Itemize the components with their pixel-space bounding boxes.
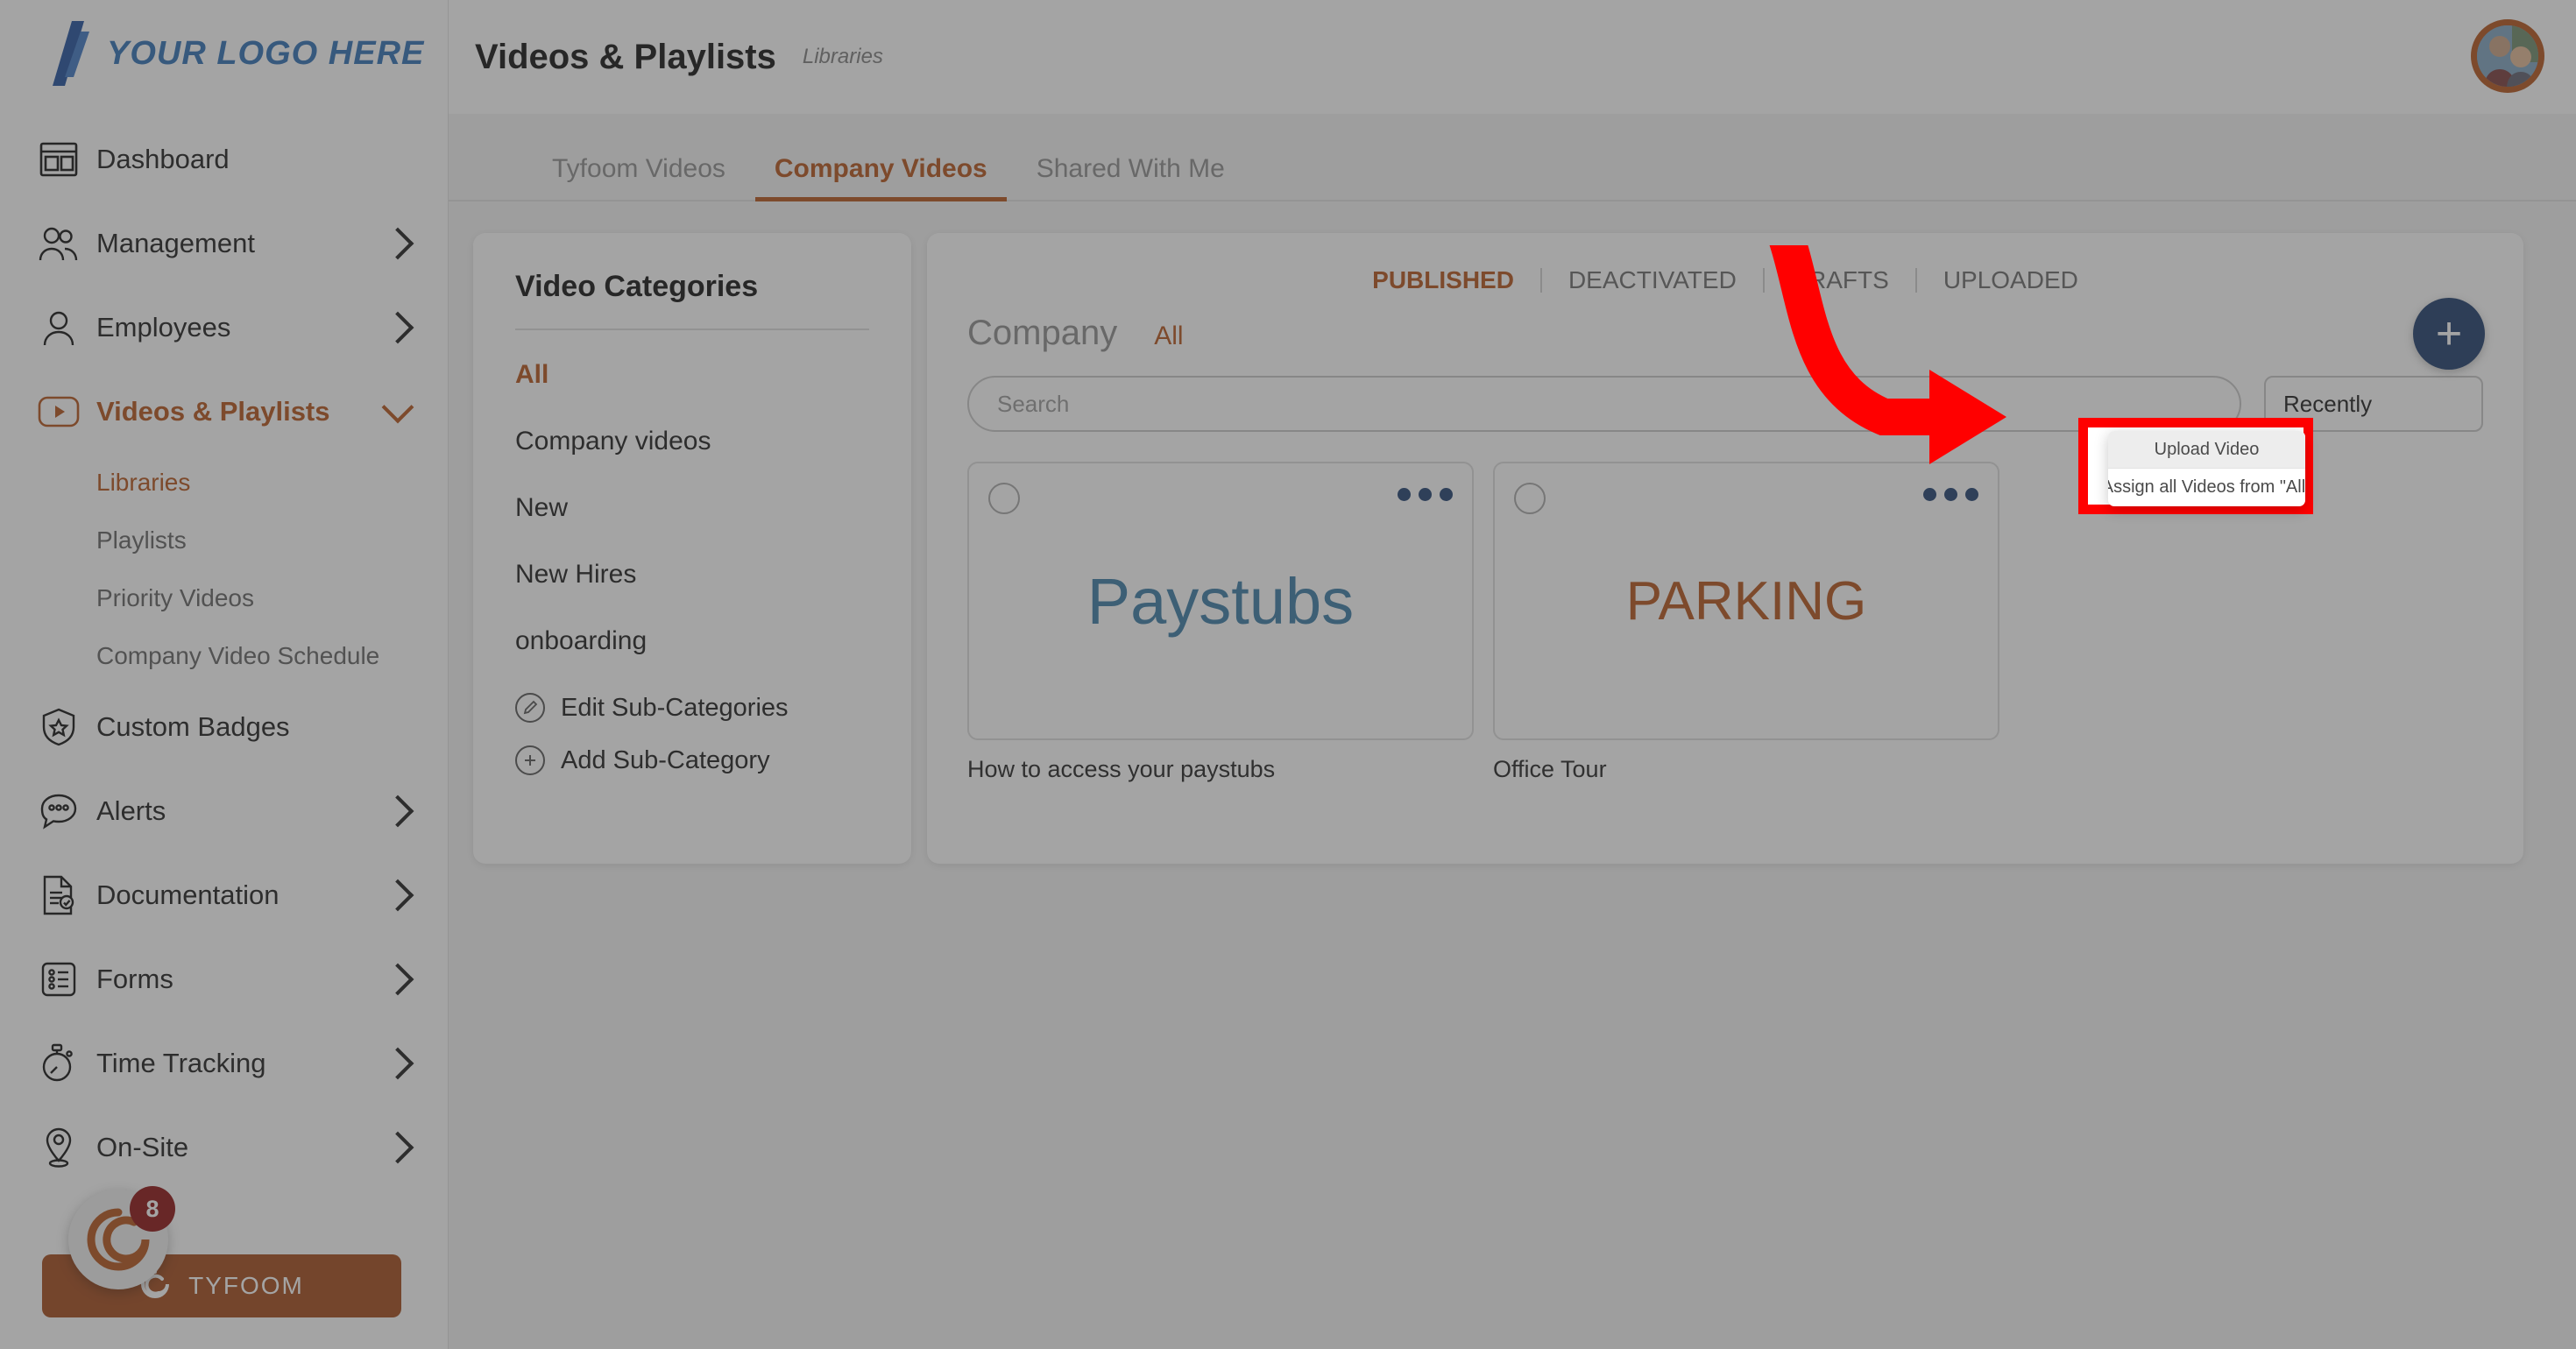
menu-item-assign-all-videos[interactable]: Assign all Videos from "All": [2108, 469, 2305, 506]
app-root: YOUR LOGO HERE Dashboard Management Empl…: [0, 0, 2576, 1349]
modal-backdrop[interactable]: [0, 0, 2576, 1349]
menu-item-upload-video[interactable]: Upload Video: [2108, 431, 2305, 469]
add-video-dropdown-menu: Upload Video Assign all Videos from "All…: [2108, 431, 2305, 506]
